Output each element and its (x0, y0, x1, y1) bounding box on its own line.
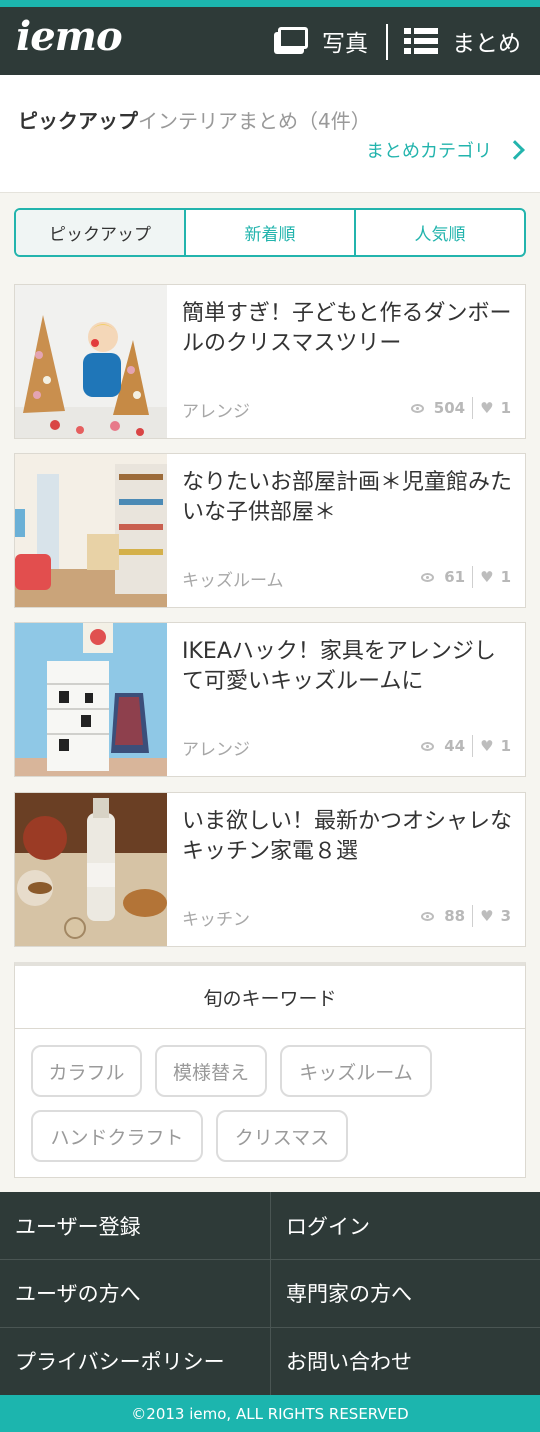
article-stats: 61 ♥ 1 (421, 566, 511, 588)
footer-link-for-users[interactable]: ユーザの方へ (15, 1259, 141, 1326)
article-card[interactable]: いま欲しい！最新かつオシャレなキッチン家電８選 キッチン 88 ♥ 3 (14, 792, 526, 947)
nav-divider (386, 24, 388, 60)
heart-icon: ♥ (480, 399, 494, 417)
logo[interactable]: iemo (16, 13, 123, 60)
article-card[interactable]: IKEAハック！家具をアレンジして可愛いキッズルームに アレンジ 44 ♥ 1 (14, 622, 526, 777)
article-category: キッチン (182, 910, 250, 930)
header: iemo 写真 まとめ (0, 7, 540, 75)
view-count: 88 (444, 907, 466, 925)
article-stats: 88 ♥ 3 (421, 905, 511, 927)
article-title[interactable]: 簡単すぎ！子どもと作るダンボールのクリスマスツリー (182, 299, 517, 359)
keyword-tag[interactable]: キッズルーム (280, 1045, 432, 1097)
footer-link-register[interactable]: ユーザー登録 (15, 1192, 141, 1259)
photo-stack-icon (274, 27, 310, 55)
article-card[interactable]: 簡単すぎ！子どもと作るダンボールのクリスマスツリー アレンジ 504 ♥ 1 (14, 284, 526, 439)
list-icon (404, 28, 438, 54)
keyword-panel: 旬のキーワード カラフル 模様替え キッズルーム ハンドクラフト クリスマス (14, 962, 526, 1178)
view-count: 44 (444, 737, 466, 755)
heart-icon: ♥ (480, 737, 494, 755)
article-title[interactable]: いま欲しい！最新かつオシャレなキッチン家電８選 (182, 807, 517, 867)
page-title: ピックアップインテリアまとめ（4件） (18, 105, 371, 134)
chevron-right-icon (505, 140, 525, 160)
tab-newest[interactable]: 新着順 (184, 210, 354, 255)
article-thumbnail[interactable] (15, 623, 167, 776)
like-count: 1 (500, 399, 511, 417)
nav-photo-link[interactable]: 写真 (274, 25, 368, 57)
article-title[interactable]: なりたいお部屋計画＊児童館みたいな子供部屋＊ (182, 468, 517, 528)
nav-photo-label: 写真 (322, 31, 368, 57)
article-title[interactable]: IKEAハック！家具をアレンジして可愛いキッズルームに (182, 637, 517, 697)
keyword-tag[interactable]: ハンドクラフト (31, 1110, 203, 1162)
copyright: ©2013 iemo, ALL RIGHTS RESERVED (0, 1395, 540, 1432)
article-category: アレンジ (182, 740, 250, 760)
heart-icon: ♥ (480, 907, 494, 925)
heart-icon: ♥ (480, 568, 494, 586)
keyword-tag[interactable]: 模様替え (155, 1045, 267, 1097)
page-title-strong: ピックアップ (18, 109, 138, 133)
footer-link-login[interactable]: ログイン (286, 1192, 370, 1259)
footer-nav: ユーザー登録 ログイン ユーザの方へ 専門家の方へ プライバシーポリシー お問い… (0, 1192, 540, 1395)
article-card[interactable]: なりたいお部屋計画＊児童館みたいな子供部屋＊ キッズルーム 61 ♥ 1 (14, 453, 526, 608)
like-count: 1 (500, 568, 511, 586)
article-category: アレンジ (182, 402, 250, 422)
article-thumbnail[interactable] (15, 793, 167, 946)
view-count: 61 (444, 568, 466, 586)
footer-link-for-experts[interactable]: 専門家の方へ (286, 1259, 412, 1326)
eye-icon (421, 572, 435, 582)
article-category: キッズルーム (182, 571, 284, 591)
page-title-rest: インテリアまとめ（4件） (138, 109, 371, 133)
category-link-label: まとめカテゴリ (366, 141, 492, 162)
article-thumbnail[interactable] (15, 454, 167, 607)
keyword-tag[interactable]: クリスマス (216, 1110, 348, 1162)
tab-popular[interactable]: 人気順 (354, 210, 524, 255)
keyword-panel-title: 旬のキーワード (15, 966, 525, 1029)
eye-icon (421, 911, 435, 921)
pickup-section: ピックアップインテリアまとめ（4件） まとめカテゴリ (0, 75, 540, 193)
like-count: 1 (500, 737, 511, 755)
keyword-tag[interactable]: カラフル (31, 1045, 142, 1097)
top-accent-bar (0, 0, 540, 7)
article-stats: 44 ♥ 1 (421, 735, 511, 757)
footer-link-contact[interactable]: お問い合わせ (286, 1327, 412, 1394)
sort-tabs: ピックアップ 新着順 人気順 (14, 208, 526, 257)
nav-summary-link[interactable]: まとめ (404, 25, 521, 57)
like-count: 3 (500, 907, 511, 925)
nav-summary-label: まとめ (452, 31, 521, 57)
footer-link-privacy[interactable]: プライバシーポリシー (15, 1327, 225, 1394)
view-count: 504 (433, 399, 466, 417)
tab-pickup[interactable]: ピックアップ (16, 210, 184, 255)
eye-icon (421, 741, 435, 751)
article-stats: 504 ♥ 1 (410, 397, 511, 419)
eye-icon (410, 403, 424, 413)
article-thumbnail[interactable] (15, 285, 167, 438)
category-link[interactable]: まとめカテゴリ (366, 137, 525, 163)
